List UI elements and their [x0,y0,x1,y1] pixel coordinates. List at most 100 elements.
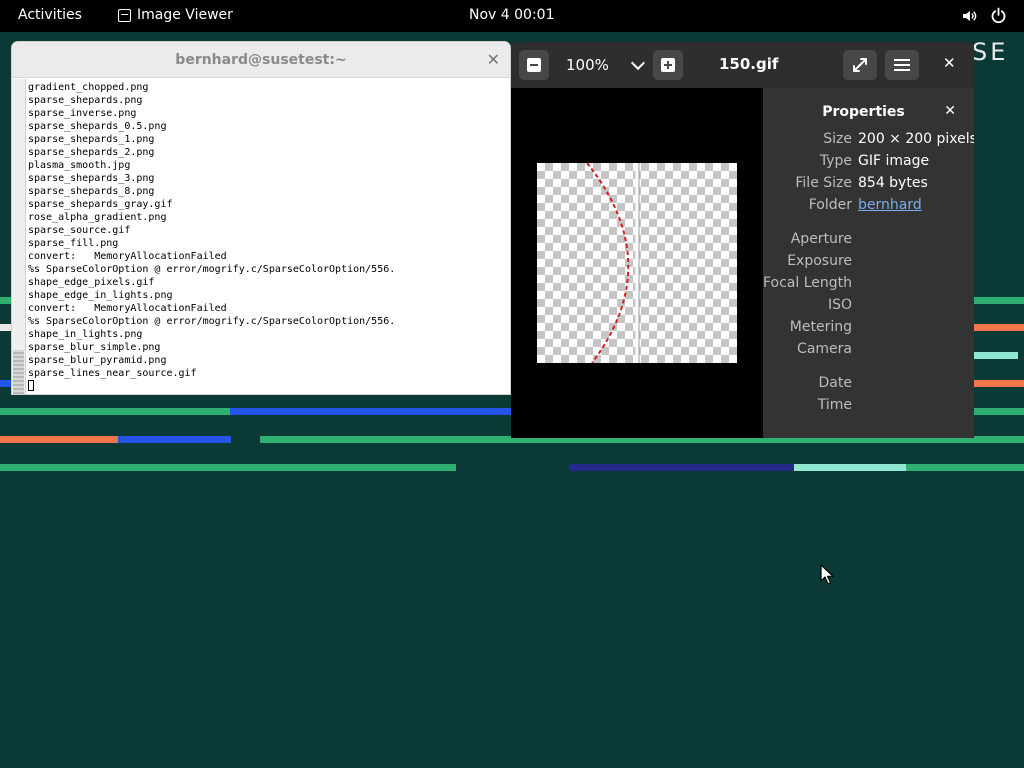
property-row: Size 200 × 200 pixels [763,131,974,153]
terminal-output[interactable]: gradient_chopped.png sparse_shepards.pngs… [28,81,506,393]
clock[interactable]: Nov 4 00:01 [469,7,554,23]
property-key: Time [817,397,852,413]
property-key: Focal Length [762,275,852,291]
image-canvas[interactable] [511,88,763,438]
terminal-line: rose_alpha_gradient.png [28,212,167,223]
terminal-line: sparse_shepards.png [28,95,143,106]
close-icon[interactable]: ✕ [943,54,956,72]
terminal-line: sparse_lines_near_source.gif [28,368,197,379]
property-key: Type [819,153,852,169]
text-cursor [28,380,34,391]
zoom-level-dropdown[interactable]: 100% [555,50,649,80]
terminal-line: convert: MemoryAllocationFailed [28,303,227,314]
terminal-window[interactable]: bernhard@susetest:~ ✕ gradient_chopped.p… [12,42,510,394]
property-key: Folder [808,197,852,213]
property-row: Folder bernhard [763,197,974,219]
terminal-line: sparse_shepards_0.5.png [28,121,167,132]
terminal-title: bernhard@susetest:~ [175,52,347,68]
property-value: GIF image [858,153,930,169]
activities-button[interactable]: Activities [18,7,82,23]
close-icon[interactable]: ✕ [487,50,500,69]
terminal-line: sparse_inverse.png [28,108,137,119]
wallpaper-stripe [0,297,12,304]
fullscreen-button[interactable] [843,50,877,80]
terminal-line: convert: MemoryAllocationFailed [28,251,227,262]
property-key: ISO [827,297,852,313]
property-key: Size [823,131,852,147]
app-menu[interactable]: Image Viewer [118,7,233,23]
property-key: Metering [789,319,852,335]
property-key: Date [818,375,852,391]
image-viewer-window[interactable]: 100% 150.gif ✕ Properties ✕ Size 200 × 2… [511,42,974,438]
terminal-line: gradient_chopped.png [28,82,149,93]
terminal-line: sparse_shepards_2.png [28,147,155,158]
property-row: Aperture [763,231,974,253]
hamburger-icon [894,59,910,71]
wallpaper-stripe [974,408,1024,415]
app-menu-label: Image Viewer [137,7,233,23]
property-row: Focal Length [763,275,974,297]
image-content [586,163,640,363]
image-filename: 150.gif [719,55,779,73]
brand-logo-fragment: SE [972,38,1009,66]
terminal-scrollbar[interactable] [12,79,26,394]
property-key: File Size [795,175,852,191]
close-icon[interactable]: ✕ [944,103,956,119]
terminal-line: %s SparseColorOption @ error/mogrify.c/S… [28,316,396,327]
terminal-line: shape_edge_in_lights.png [28,290,173,301]
chevron-down-icon [630,55,646,71]
property-row: Exposure [763,253,974,275]
properties-panel: Properties ✕ Size 200 × 200 pixels Type GIF… [763,88,974,438]
terminal-line: shape_edge_pixels.gif [28,277,155,288]
speaker-icon[interactable] [961,8,977,24]
property-value: 200 × 200 pixels [858,131,974,147]
terminal-line: sparse_source.gif [28,225,131,236]
terminal-line: sparse_fill.png [28,238,119,249]
terminal-line: shape_in_lights.png [28,329,143,340]
wallpaper-stripe [0,436,118,443]
terminal-line: sparse_blur_simple.png [28,342,161,353]
main-menu-button[interactable] [885,50,919,80]
power-icon[interactable] [990,7,1007,24]
folder-link[interactable]: bernhard [858,197,922,213]
wallpaper-stripe [974,297,1024,304]
wallpaper-stripe [974,380,1024,387]
property-row: File Size 854 bytes [763,175,974,197]
property-key: Exposure [787,253,852,269]
wallpaper-stripe [794,464,906,471]
image-preview [537,163,737,363]
terminal-line: sparse_shepards_1.png [28,134,155,145]
property-value: 854 bytes [858,175,928,191]
property-row: Type GIF image [763,153,974,175]
image-viewer-icon [118,8,131,22]
properties-title: Properties [822,104,905,120]
terminal-titlebar[interactable]: bernhard@susetest:~ ✕ [12,42,510,78]
wallpaper-stripe [974,352,1018,359]
zoom-in-button[interactable] [653,50,683,80]
fullscreen-icon [853,58,867,72]
minus-icon [527,58,541,72]
wallpaper-stripe [0,380,12,387]
mouse-pointer-icon [820,564,834,585]
terminal-prompt[interactable] [28,380,506,393]
terminal-line: sparse_shepards_8.png [28,186,155,197]
wallpaper-stripe [0,408,230,415]
property-row: Metering [763,319,974,341]
property-row: Time [763,397,974,419]
scrollbar-thumb[interactable] [13,350,24,394]
terminal-line: %s SparseColorOption @ error/mogrify.c/S… [28,264,396,275]
terminal-line: sparse_shepards_gray.gif [28,199,173,210]
wallpaper-stripe [230,408,511,415]
terminal-line: plasma_smooth.jpg [28,160,131,171]
wallpaper-stripe [0,324,12,331]
zoom-out-button[interactable] [519,50,549,80]
property-key: Aperture [790,231,852,247]
wallpaper-stripe [974,324,1024,331]
plus-icon [661,58,675,72]
viewer-headerbar: 100% 150.gif ✕ [511,42,974,88]
property-row: ISO [763,297,974,319]
wallpaper-stripe [118,436,231,443]
top-bar: Activities Image Viewer Nov 4 00:01 [0,0,1024,32]
property-key: Camera [797,341,852,357]
wallpaper-stripe [0,464,456,471]
